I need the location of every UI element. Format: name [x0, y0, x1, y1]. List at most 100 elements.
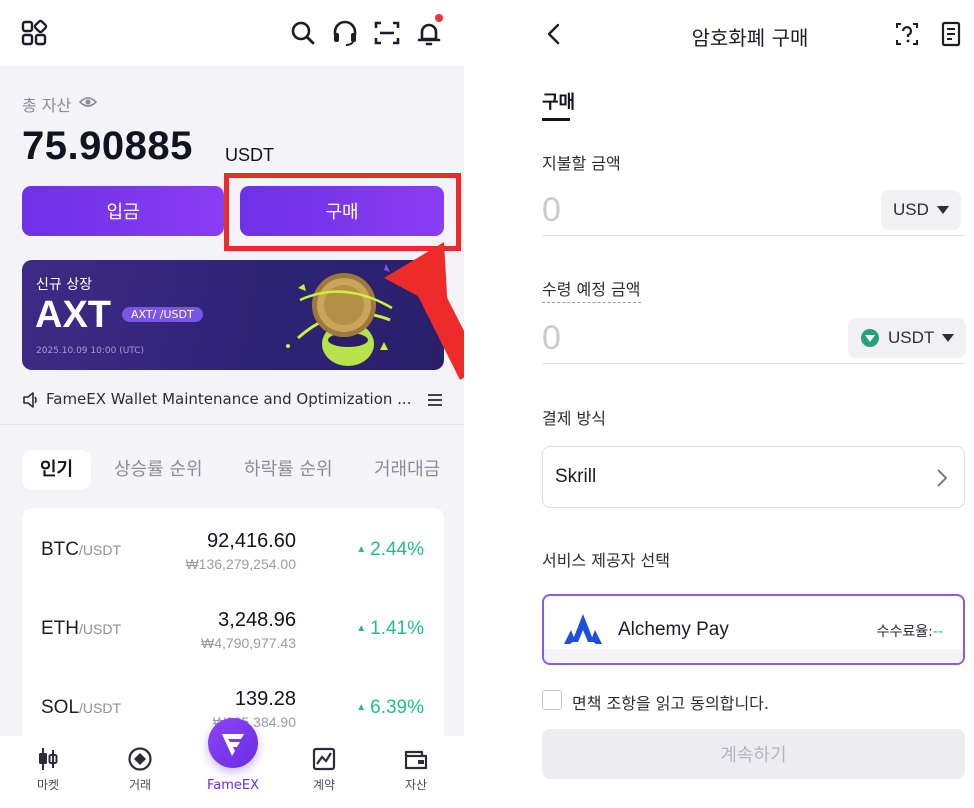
total-balance: 75.90885 [22, 124, 193, 168]
continue-button[interactable]: 계속하기 [542, 729, 965, 779]
change-percent: ▲ 1.41% [356, 618, 424, 640]
notice-bar[interactable]: FameEX Wallet Maintenance and Optimizati… [22, 388, 444, 412]
receive-amount-label: 수령 예정 금액 [542, 276, 641, 303]
caret-down-icon [942, 334, 955, 342]
coin-symbol: SOL [41, 697, 80, 718]
total-assets-label: 총 자산 [22, 96, 72, 115]
page-title: 암호화폐 구매 [691, 26, 809, 50]
menu-icon[interactable] [426, 392, 444, 408]
agree-checkbox[interactable] [542, 690, 562, 710]
receive-amount-input[interactable]: 0 [542, 319, 561, 358]
coin-symbol: ETH [41, 618, 79, 639]
nav-assets-label: 자산 [404, 778, 428, 792]
chart-icon [312, 747, 336, 771]
buy-crypto-screen: 암호화폐 구매 구매 지불할 금액 0 USD 수령 예정 금액 0 USDT … [520, 0, 974, 808]
fee-rate: 수수료율:-- [877, 621, 943, 641]
usdt-icon [861, 329, 879, 347]
nav-fameex-label: FameEX [206, 778, 260, 793]
agree-text[interactable]: 면책 조항을 읽고 동의합니다. [572, 690, 769, 714]
krw-price: ₩136,279,254.00 [185, 556, 296, 572]
help-icon[interactable] [894, 21, 920, 47]
tab-buy[interactable]: 구매 [542, 88, 575, 114]
quote-symbol: /USDT [79, 700, 122, 716]
quote-symbol: /USDT [79, 621, 121, 637]
tab-buy-underline [542, 118, 570, 121]
pay-amount-underline [542, 235, 965, 236]
provider-name: Alchemy Pay [618, 619, 729, 640]
provider-option[interactable]: Alchemy Pay 수수료율:-- [542, 594, 965, 665]
wallet-icon [404, 750, 428, 770]
trade-icon [128, 747, 152, 771]
pay-amount-input[interactable]: 0 [542, 191, 561, 230]
notification-dot [435, 14, 443, 22]
provider-label: 서비스 제공자 선택 [542, 551, 670, 570]
market-row[interactable]: ETH/USDT 3,248.96 ₩4,790,977.43 ▲ 1.41% [22, 599, 444, 659]
up-arrow-icon: ▲ [356, 623, 367, 634]
caret-down-icon [936, 206, 949, 214]
fee-label: 수수료율: [876, 624, 933, 640]
nav-market[interactable]: 마켓 [18, 746, 78, 793]
tab-popular[interactable]: 인기 [22, 450, 92, 490]
row-symbol: ETH/USDT [41, 618, 121, 640]
payment-method-select[interactable]: Skrill [542, 446, 965, 508]
quote-symbol: /USDT [79, 542, 121, 558]
market-row[interactable]: BTC/USDT 92,416.60 ₩136,279,254.00 ▲ 2.44… [22, 520, 444, 580]
nav-trade-label: 거래 [128, 778, 152, 792]
receive-currency: USDT [888, 328, 935, 347]
nav-assets[interactable]: 자산 [386, 746, 446, 793]
change-value: 6.39% [370, 697, 424, 718]
tab-gainers[interactable]: 상승률 순위 [114, 450, 203, 490]
speaker-icon [23, 392, 37, 408]
coin-symbol: BTC [41, 539, 79, 560]
record-icon[interactable] [940, 21, 962, 47]
banner-date: 2025.10.09 10:00 (UTC) [36, 346, 145, 356]
fameex-home-button[interactable] [208, 718, 258, 768]
change-percent: ▲ 6.39% [356, 697, 424, 719]
apps-icon[interactable] [20, 18, 50, 48]
payment-method-label: 결제 방식 [542, 409, 606, 428]
eye-icon[interactable] [78, 94, 98, 113]
balance-unit: USDT [225, 145, 274, 165]
payment-method-value: Skrill [555, 466, 597, 487]
headset-icon[interactable] [330, 18, 360, 48]
banner-tag: 신규 상장 [36, 277, 92, 293]
price: 139.28 [234, 688, 296, 710]
nav-futures-label: 계약 [312, 778, 336, 792]
fee-value: -- [932, 624, 943, 640]
top-bar [0, 0, 464, 66]
search-icon[interactable] [288, 18, 318, 48]
nav-futures[interactable]: 계약 [294, 746, 354, 793]
fameex-logo-icon [222, 734, 244, 756]
tab-volume[interactable]: 거래대금 [374, 450, 440, 490]
bell-icon[interactable] [414, 14, 444, 48]
up-arrow-icon: ▲ [356, 544, 367, 555]
row-symbol: BTC/USDT [41, 539, 121, 561]
nav-trade[interactable]: 거래 [110, 746, 170, 793]
nav-market-label: 마켓 [36, 778, 60, 792]
change-percent: ▲ 2.44% [356, 539, 424, 561]
banner-pair: AXT/ /USDT [122, 307, 203, 322]
section-divider [0, 424, 464, 425]
pointer-arrow [384, 242, 464, 380]
receive-currency-select[interactable]: USDT [848, 318, 967, 358]
change-value: 2.44% [370, 539, 424, 560]
pay-currency-select[interactable]: USD [881, 190, 961, 230]
price: 3,248.96 [218, 609, 296, 631]
receive-amount-underline [542, 363, 965, 364]
provider-bottom-strip [544, 649, 963, 663]
notice-text: FameEX Wallet Maintenance and Optimizati… [46, 390, 412, 408]
change-value: 1.41% [370, 618, 424, 639]
chevron-right-icon [937, 469, 948, 487]
wallet-home-screen: 총 자산 75.90885 USDT 입금 구매 신규 상장 AXT AXT/ … [0, 0, 464, 808]
deposit-button[interactable]: 입금 [22, 186, 224, 236]
row-symbol: SOL/USDT [41, 697, 121, 719]
krw-price: ₩4,790,977.43 [201, 635, 296, 651]
tab-losers[interactable]: 하락률 순위 [244, 450, 333, 490]
up-arrow-icon: ▲ [356, 702, 367, 713]
price: 92,416.60 [207, 530, 296, 552]
scan-icon[interactable] [372, 18, 402, 48]
pay-currency: USD [893, 200, 929, 219]
pay-amount-label: 지불할 금액 [542, 154, 621, 173]
back-icon[interactable] [544, 22, 564, 46]
candlestick-icon [39, 748, 58, 770]
